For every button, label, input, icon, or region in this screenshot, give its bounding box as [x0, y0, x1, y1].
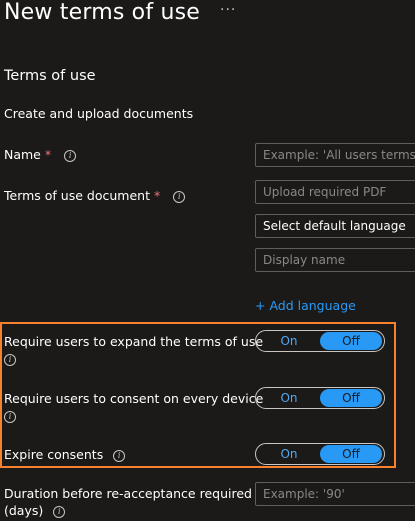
expand-terms-label-row: Require users to expand the terms of use… [4, 333, 263, 367]
expand-terms-label: Require users to expand the terms of use [4, 334, 264, 349]
add-language-link[interactable]: + Add language [255, 298, 356, 313]
expand-terms-toggle[interactable]: On Off [255, 330, 385, 352]
info-icon[interactable]: i [53, 506, 66, 518]
toggle-on-option[interactable]: On [258, 389, 320, 407]
section-title: Terms of use [4, 68, 96, 84]
toggle-off-option[interactable]: Off [320, 389, 382, 407]
document-label: Terms of use document [4, 188, 150, 203]
new-terms-of-use-page: New terms of use ··· Terms of use Create… [0, 0, 415, 521]
duration-label-days: (days) [4, 503, 44, 518]
default-language-select[interactable]: Select default language [255, 214, 415, 238]
document-label-row: Terms of use document * i [4, 187, 186, 204]
info-icon[interactable]: i [113, 450, 126, 462]
expire-consents-label: Expire consents [4, 447, 104, 462]
consent-device-label-row: Require users to consent on every device… [4, 390, 263, 424]
toggle-on-option[interactable]: On [258, 332, 320, 350]
duration-input[interactable]: Example: '90' [255, 482, 415, 506]
section-subtitle: Create and upload documents [4, 106, 194, 121]
duration-label: Duration before re-acceptance required [4, 486, 252, 501]
name-input[interactable]: Example: 'All users terms of use' [255, 143, 415, 167]
required-marker: * [153, 188, 161, 203]
toggle-off-option[interactable]: Off [320, 445, 382, 463]
info-icon[interactable]: i [4, 411, 16, 423]
expire-consents-label-row: Expire consents i [4, 446, 126, 463]
expire-consents-toggle[interactable]: On Off [255, 443, 385, 465]
page-title: New terms of use [4, 0, 201, 25]
upload-pdf-field[interactable]: Upload required PDF [255, 180, 415, 204]
info-icon[interactable]: i [4, 354, 16, 366]
toggle-off-option[interactable]: Off [320, 332, 382, 350]
display-name-input[interactable]: Display name [255, 248, 415, 272]
info-icon[interactable]: i [173, 191, 186, 203]
consent-device-label: Require users to consent on every device [4, 391, 264, 406]
name-label: Name [4, 147, 41, 162]
duration-label-row: Duration before re-acceptance required (… [4, 485, 252, 519]
toggle-on-option[interactable]: On [258, 445, 320, 463]
name-label-row: Name * i [4, 146, 77, 163]
consent-device-toggle[interactable]: On Off [255, 387, 385, 409]
ellipsis-icon[interactable]: ··· [220, 2, 236, 18]
info-icon[interactable]: i [64, 150, 77, 162]
required-marker: * [44, 147, 52, 162]
